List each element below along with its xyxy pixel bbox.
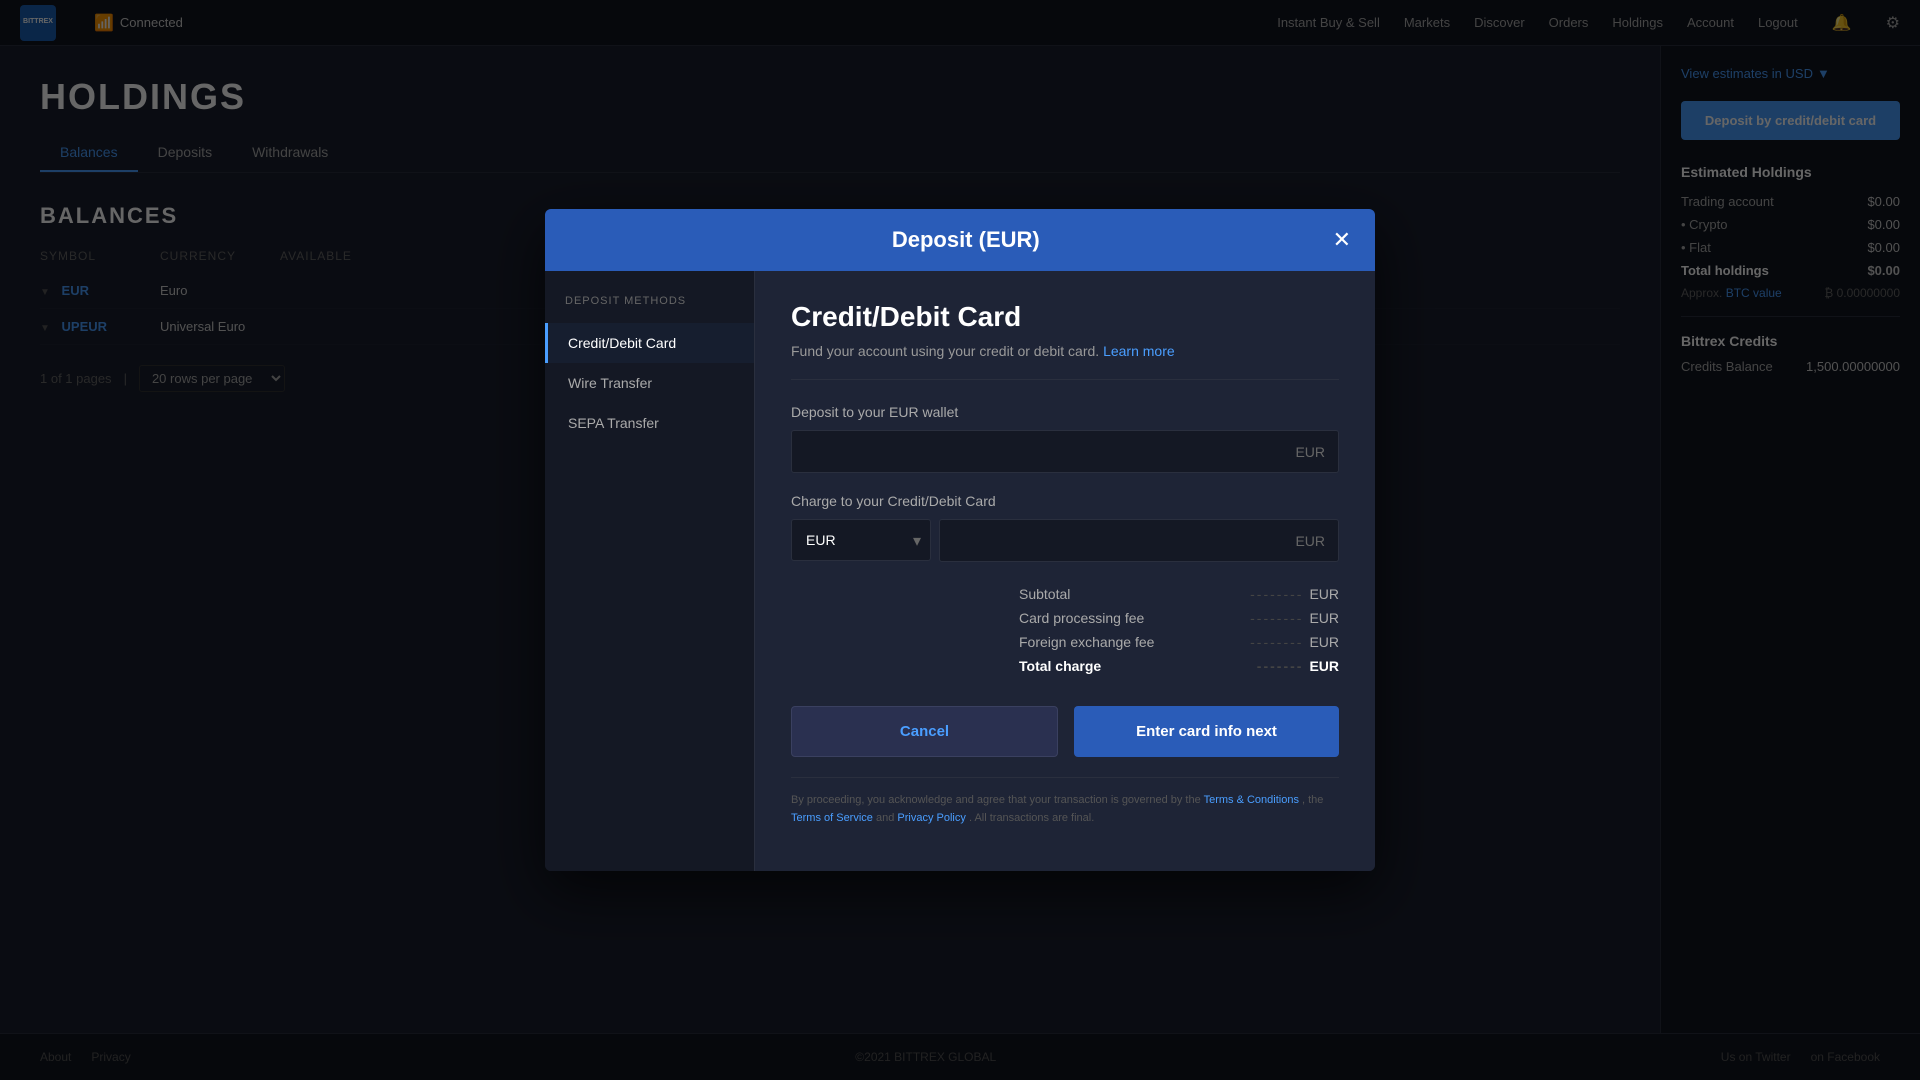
deposit-form: Credit/Debit Card Fund your account usin… — [755, 271, 1375, 871]
currency-select-wrapper: EUR USD GBP — [791, 519, 931, 562]
total-charge-row: Total charge ------- EUR — [1019, 658, 1339, 674]
form-title: Credit/Debit Card — [791, 301, 1339, 333]
deposit-input-wrapper: EUR — [791, 430, 1339, 473]
deposit-methods-panel: DEPOSIT METHODS Credit/Debit Card Wire T… — [545, 271, 755, 871]
charge-suffix: EUR — [1295, 533, 1325, 549]
method-sepa-transfer[interactable]: SEPA Transfer — [545, 403, 754, 443]
modal-close-button[interactable]: ✕ — [1333, 229, 1351, 251]
subtotal-row: Subtotal -------- EUR — [1019, 586, 1339, 602]
deposit-suffix: EUR — [1295, 444, 1325, 460]
modal-header: Deposit (EUR) ✕ — [545, 209, 1375, 271]
processing-fee-row: Card processing fee -------- EUR — [1019, 610, 1339, 626]
charge-input-wrapper: EUR — [939, 519, 1339, 562]
charge-amount-input[interactable] — [939, 519, 1339, 562]
modal-buttons: Cancel Enter card info next — [791, 706, 1339, 757]
legal-text: By proceeding, you acknowledge and agree… — [791, 792, 1339, 827]
modal-body: DEPOSIT METHODS Credit/Debit Card Wire T… — [545, 271, 1375, 871]
terms-conditions-link[interactable]: Terms & Conditions — [1204, 794, 1299, 806]
form-subtitle: Fund your account using your credit or d… — [791, 343, 1339, 359]
modal-title: Deposit (EUR) — [599, 227, 1333, 253]
terms-service-link[interactable]: Terms of Service — [791, 812, 873, 824]
enter-card-info-button[interactable]: Enter card info next — [1074, 706, 1339, 757]
legal-divider — [791, 777, 1339, 778]
privacy-policy-link[interactable]: Privacy Policy — [897, 812, 965, 824]
fee-rows: Subtotal -------- EUR Card processing fe… — [1019, 586, 1339, 682]
learn-more-link[interactable]: Learn more — [1103, 343, 1175, 359]
currency-select[interactable]: EUR USD GBP — [791, 519, 931, 561]
deposit-modal: Deposit (EUR) ✕ DEPOSIT METHODS Credit/D… — [545, 209, 1375, 871]
method-wire-transfer[interactable]: Wire Transfer — [545, 363, 754, 403]
foreign-exchange-row: Foreign exchange fee -------- EUR — [1019, 634, 1339, 650]
deposit-amount-input[interactable] — [791, 430, 1339, 473]
form-divider — [791, 379, 1339, 380]
method-credit-debit[interactable]: Credit/Debit Card — [545, 323, 754, 363]
deposit-label: Deposit to your EUR wallet — [791, 404, 1339, 420]
charge-row: EUR USD GBP EUR — [791, 519, 1339, 562]
charge-label: Charge to your Credit/Debit Card — [791, 493, 1339, 509]
modal-overlay[interactable]: Deposit (EUR) ✕ DEPOSIT METHODS Credit/D… — [0, 0, 1920, 1080]
cancel-button[interactable]: Cancel — [791, 706, 1058, 757]
deposit-methods-label: DEPOSIT METHODS — [545, 295, 754, 323]
fee-table: Subtotal -------- EUR Card processing fe… — [791, 586, 1339, 682]
